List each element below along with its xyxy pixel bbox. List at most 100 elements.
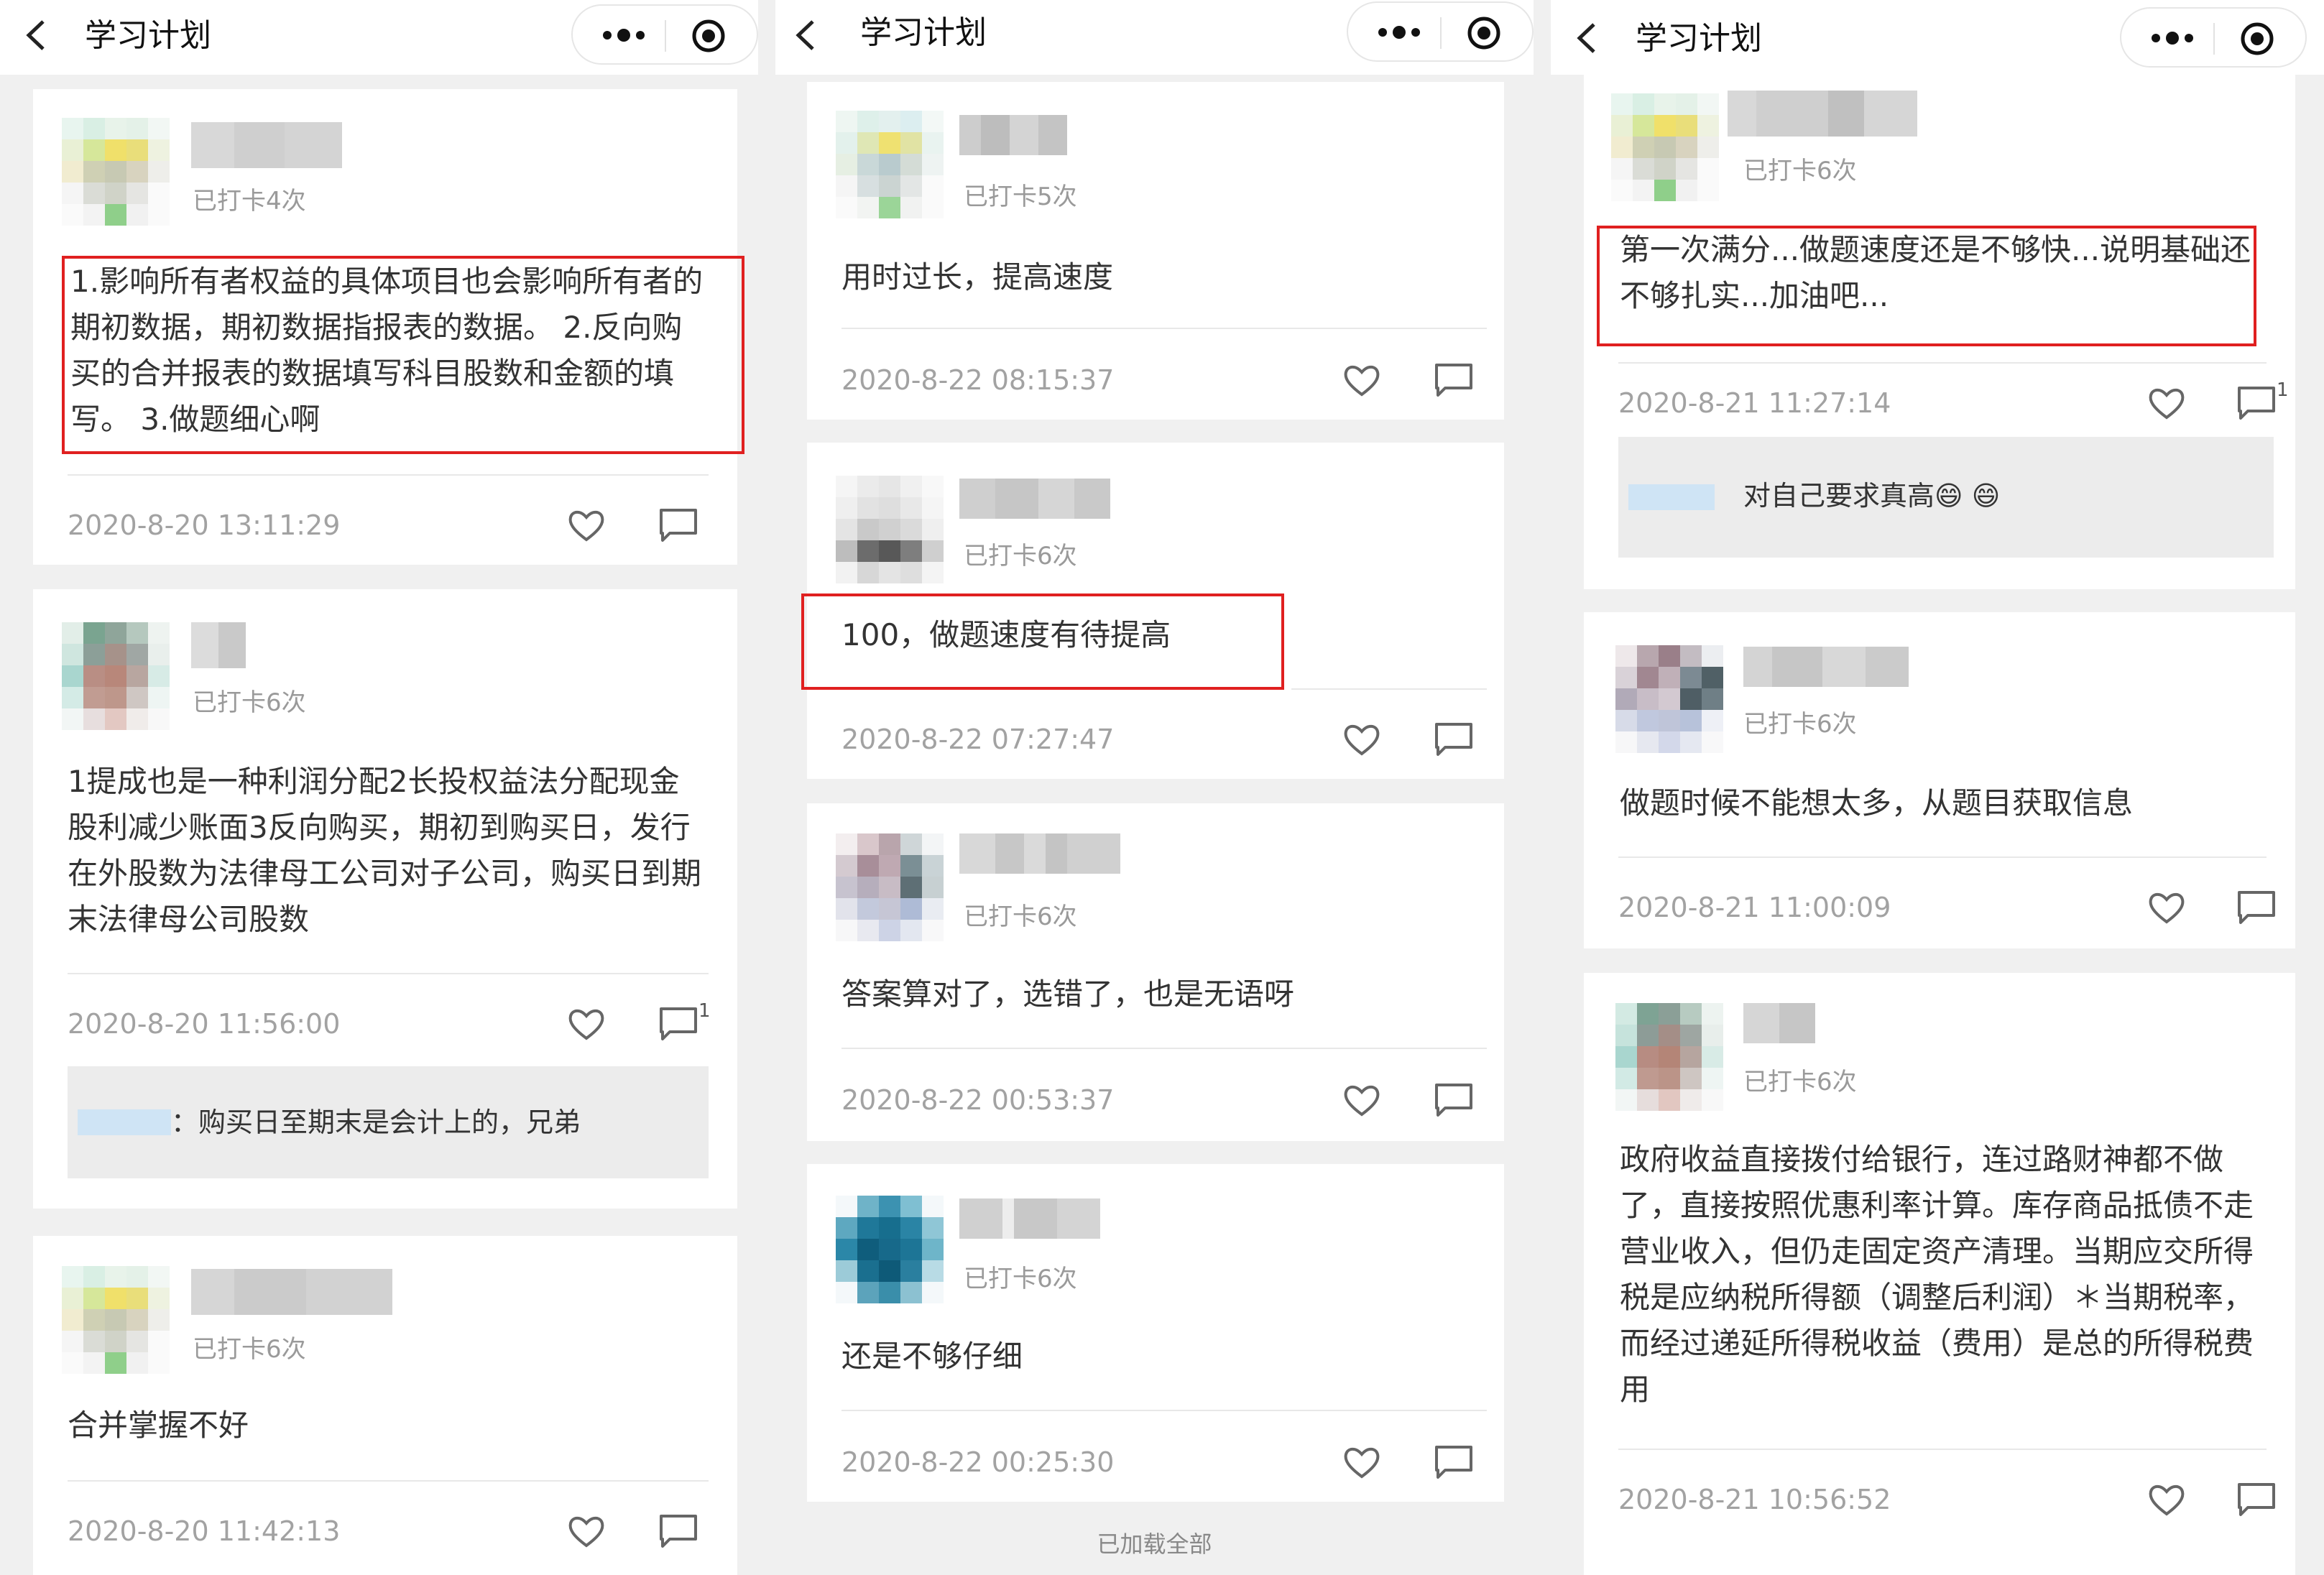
reply-box: ：购买日至期末是会计上的，兄弟 [68, 1066, 709, 1178]
post-card: 已打卡6次 第一次满分...做题速度还是不够快...说明基础还不够扎实...加油… [1584, 75, 2295, 589]
heart-icon[interactable] [1342, 721, 1381, 757]
nav-bar: 学习计划 [1551, 0, 2324, 75]
reply-box: 对自己要求真高😄 😄 [1618, 437, 2274, 558]
avatar [836, 111, 944, 218]
more-dots-icon[interactable] [1367, 16, 1431, 49]
divider [1618, 856, 2267, 858]
avatar [1611, 93, 1719, 201]
target-icon[interactable] [691, 18, 727, 54]
divider [68, 973, 709, 974]
comment-icon[interactable] [658, 1006, 698, 1043]
target-icon[interactable] [2239, 21, 2275, 57]
heart-icon[interactable] [1342, 1082, 1381, 1118]
username-blurred [959, 115, 1067, 155]
capsule-divider [665, 20, 666, 52]
post-content: 用时过长，提高速度 [841, 259, 1114, 295]
avatar [836, 476, 944, 583]
avatar [1615, 645, 1723, 753]
comment-icon[interactable] [1434, 721, 1474, 759]
mini-program-capsule [1347, 1, 1534, 62]
page-title: 学习计划 [85, 17, 211, 54]
post-card: 已打卡6次 政府收益直接拨付给银行，连过路财神都不做了，直接按照优惠利率计算。库… [1584, 973, 2295, 1575]
post-card: 已打卡4次 1.影响所有者权益的具体项目也会影响所有者的期初数据，期初数据指报表… [33, 89, 744, 565]
nav-bar: 学习计划 [0, 0, 758, 75]
checkin-count: 已打卡6次 [964, 902, 1077, 931]
heart-icon[interactable] [567, 507, 606, 543]
post-content: 政府收益直接拨付给银行，连过路财神都不做了，直接按照优惠利率计算。库存商品抵债不… [1620, 1142, 2254, 1407]
post-card: 已打卡6次 做题时候不能想太多，从题目获取信息 2020-8-21 11:00:… [1584, 612, 2295, 948]
checkin-count: 已打卡6次 [193, 688, 306, 717]
avatar [62, 1266, 170, 1374]
heart-icon[interactable] [2147, 385, 2186, 421]
screen-left: 学习计划 已打卡4次 1.影响所有者权益的具体项目也会影响所有者的期初数据，期初… [0, 0, 758, 1575]
avatar [62, 118, 170, 226]
divider [68, 474, 709, 476]
divider [841, 1048, 1487, 1049]
divider [68, 1480, 709, 1482]
back-icon[interactable] [22, 17, 57, 53]
back-icon[interactable] [791, 17, 827, 53]
post-time: 2020-8-22 00:53:37 [841, 1084, 1115, 1116]
screen-right: 学习计划 已打卡6次 第一次满分...做题速度还是不够快...说明基础还不够扎实… [1551, 0, 2324, 1575]
heart-icon[interactable] [1342, 1444, 1381, 1480]
post-time: 2020-8-22 00:25:30 [841, 1446, 1115, 1478]
reply-username-blurred [1628, 484, 1715, 510]
checkin-count: 已打卡6次 [964, 542, 1077, 571]
heart-icon[interactable] [567, 1006, 606, 1042]
highlight-box [1597, 226, 2256, 346]
reply-username-blurred [78, 1109, 171, 1135]
username-blurred [1743, 1003, 1815, 1043]
heart-icon[interactable] [2147, 890, 2186, 925]
comment-icon[interactable] [2236, 1482, 2277, 1519]
heart-icon[interactable] [2147, 1482, 2186, 1518]
divider [1291, 688, 1487, 690]
post-content: 1提成也是一种利润分配2长投权益法分配现金股利减少账面3反向购买，期初到购买日，… [68, 764, 702, 937]
username-blurred [1743, 647, 1909, 687]
post-time: 2020-8-20 13:11:29 [68, 509, 341, 541]
highlight-box [801, 593, 1284, 690]
checkin-count: 已打卡6次 [1743, 710, 1857, 739]
load-all-note: 已加载全部 [1097, 1530, 1212, 1558]
username-blurred [959, 479, 1110, 519]
post-time: 2020-8-20 11:42:13 [68, 1515, 341, 1547]
post-time: 2020-8-22 08:15:37 [841, 364, 1115, 396]
avatar [62, 622, 170, 730]
comment-icon[interactable] [2236, 385, 2277, 422]
heart-icon[interactable] [567, 1513, 606, 1549]
capsule-divider [1440, 17, 1442, 49]
divider [841, 328, 1487, 329]
mini-program-capsule [571, 4, 758, 65]
page-title: 学习计划 [1636, 20, 1762, 57]
more-dots-icon[interactable] [2140, 22, 2205, 55]
username-blurred [191, 122, 342, 168]
post-card: 已打卡5次 用时过长，提高速度 2020-8-22 08:15:37 [807, 82, 1504, 420]
target-icon[interactable] [1466, 15, 1502, 51]
post-time: 2020-8-20 11:56:00 [68, 1008, 341, 1040]
nav-bar: 学习计划 [775, 0, 1534, 75]
username-blurred [959, 1198, 1100, 1239]
checkin-count: 已打卡6次 [1743, 157, 1857, 185]
capsule-divider [2213, 23, 2215, 55]
comment-icon[interactable] [658, 1513, 698, 1551]
comment-count: 1 [2277, 379, 2289, 401]
heart-icon[interactable] [1342, 362, 1381, 398]
post-content: 合并掌握不好 [68, 1408, 249, 1443]
divider [1618, 1449, 2267, 1450]
checkin-count: 已打卡4次 [193, 187, 306, 216]
checkin-count: 已打卡6次 [1743, 1068, 1857, 1096]
comment-icon[interactable] [658, 507, 698, 545]
divider [1618, 362, 2267, 364]
post-card: 已打卡6次 1提成也是一种利润分配2长投权益法分配现金股利减少账面3反向购买，期… [33, 589, 737, 1209]
comment-icon[interactable] [1434, 1082, 1474, 1119]
comment-icon[interactable] [2236, 890, 2277, 927]
post-card: 已打卡6次 答案算对了，选错了，也是无语呀 2020-8-22 00:53:37 [807, 803, 1504, 1141]
comment-icon[interactable] [1434, 1444, 1474, 1482]
username-blurred [959, 833, 1120, 874]
back-icon[interactable] [1572, 20, 1608, 56]
comment-icon[interactable] [1434, 362, 1474, 399]
reply-text: ：购买日至期末是会计上的，兄弟 [171, 1107, 581, 1138]
more-dots-icon[interactable] [591, 19, 656, 52]
post-time: 2020-8-21 11:00:09 [1618, 892, 1891, 923]
checkin-count: 已打卡6次 [964, 1265, 1077, 1293]
divider [841, 1410, 1487, 1411]
